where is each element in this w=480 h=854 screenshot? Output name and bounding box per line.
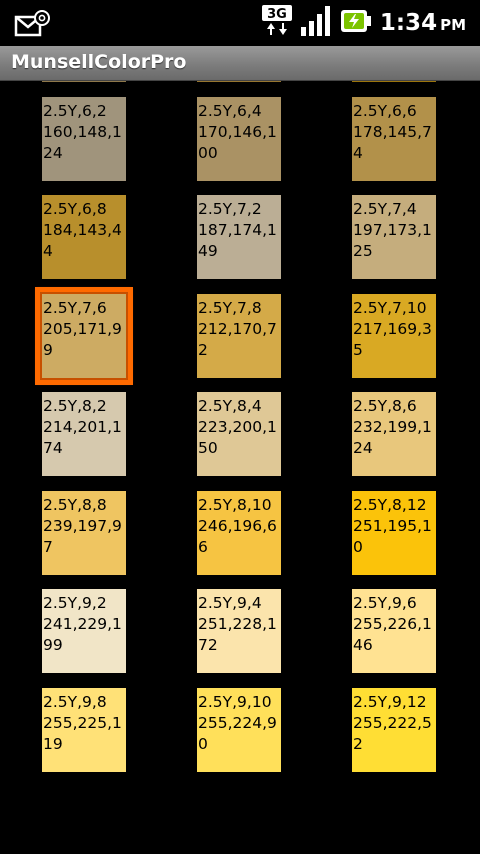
swatch-munsell-label: 2.5Y,7,4 (353, 200, 417, 218)
swatch-munsell-label: 2.5Y,6,4 (198, 101, 262, 120)
app-title-bar: MunsellColorPro (0, 46, 480, 81)
app-title: MunsellColorPro (11, 51, 187, 73)
swatch-munsell-label: 2.5Y,9,12 (353, 692, 427, 711)
swatch-munsell-label: 2.5Y,7,6 (43, 298, 107, 317)
color-swatch[interactable]: 2.5Y,8,8 239,197,97 (42, 490, 126, 575)
swatch-munsell-label: 2.5Y,8,6 (353, 397, 417, 415)
color-swatch[interactable]: 2.5Y,7,4 197,173,125 (352, 195, 436, 279)
color-swatch[interactable]: 2.5Y,6,8 184,143,44 (42, 195, 126, 279)
swatch-rgb-label: 187,174,149 (198, 221, 277, 260)
status-bar: 3G 1:34 PM (0, 0, 480, 46)
color-swatch[interactable]: 2.5Y,9,12 255,222,52 (352, 687, 436, 772)
swatch-rgb-label: 251,195,10 (353, 516, 432, 556)
status-clock: 1:34 PM (379, 10, 466, 36)
swatch-munsell-label: 2.5Y,6,8 (43, 200, 107, 218)
svg-text:3G: 3G (267, 7, 287, 22)
swatch-rgb-label: 212,170,72 (198, 319, 277, 359)
color-swatch[interactable]: 2.5Y,7,2 187,174,149 (197, 195, 281, 279)
color-swatch[interactable]: 2.5Y,8,10 246,196,66 (197, 490, 281, 575)
swatch-munsell-label: 2.5Y,9,8 (43, 692, 107, 711)
swatch-rgb-label: 223,200,150 (198, 418, 277, 457)
color-swatch[interactable]: 2.5Y,6,6 178,145,74 (352, 96, 436, 181)
swatch-munsell-label: 2.5Y,6,2 (43, 101, 107, 120)
swatch-rgb-label: 246,196,66 (198, 516, 277, 556)
swatch-munsell-label: 2.5Y,8,8 (43, 495, 107, 514)
swatch-rgb-label: 232,199,124 (353, 418, 432, 457)
swatch-munsell-label: 2.5Y,9,2 (43, 594, 107, 612)
swatch-rgb-label: 251,228,172 (198, 615, 277, 654)
swatch-munsell-label: 2.5Y,7,8 (198, 298, 262, 317)
swatch-rgb-label: 241,229,199 (43, 615, 122, 654)
swatch-rgb-label: 214,201,174 (43, 418, 122, 457)
color-swatch[interactable]: 2.5Y,8,2 214,201,174 (42, 392, 126, 476)
swatch-rgb-label: 255,224,90 (198, 713, 277, 753)
color-swatch[interactable]: 2.5Y,9,2 241,229,199 (42, 589, 126, 673)
swatch-munsell-label: 2.5Y,9,10 (198, 692, 272, 711)
swatch-rgb-label: 184,143,44 (43, 221, 122, 260)
color-swatch[interactable]: 2.5Y,7,8 212,170,72 (197, 293, 281, 378)
signal-bars-icon (300, 5, 332, 41)
color-swatch[interactable]: 2.5Y,5,12156,117,13 (352, 81, 436, 82)
color-swatch[interactable]: 2.5Y,9,4 251,228,172 (197, 589, 281, 673)
color-swatch[interactable]: 2.5Y,7,6 205,171,99 (35, 286, 133, 385)
color-swatch[interactable]: 2.5Y,6,2 160,148,124 (42, 96, 126, 181)
swatch-rgb-label: 170,146,100 (198, 122, 277, 162)
mail-at-icon (14, 9, 52, 39)
color-swatch[interactable]: 2.5Y,9,6 255,226,146 (352, 589, 436, 673)
swatch-munsell-label: 2.5Y,9,6 (353, 594, 417, 612)
swatch-munsell-label: 2.5Y,7,2 (198, 200, 262, 218)
swatch-munsell-label: 2.5Y,9,4 (198, 594, 262, 612)
color-swatch[interactable]: 2.5Y,9,8 255,225,119 (42, 687, 126, 772)
swatch-rgb-label: 178,145,74 (353, 122, 432, 162)
swatch-munsell-label: 2.5Y,8,2 (43, 397, 107, 415)
color-swatch[interactable]: 2.5Y,7,10 217,169,35 (352, 293, 436, 378)
color-swatch[interactable]: 2.5Y,5,10151,118,48 (197, 81, 281, 82)
swatch-munsell-label: 2.5Y,7,10 (353, 298, 427, 317)
swatch-rgb-label: 255,222,52 (353, 713, 432, 753)
swatch-rgb-label: 217,169,35 (353, 319, 432, 359)
swatch-munsell-label: 2.5Y,6,6 (353, 101, 417, 120)
color-grid-scroll[interactable]: 2.5Y,5,8143,120,75 2.5Y,5,10151,118,48 2.5… (0, 81, 480, 854)
swatch-munsell-label: 2.5Y,8,10 (198, 495, 272, 514)
swatch-rgb-label: 205,171,99 (43, 319, 122, 359)
color-swatch[interactable]: 2.5Y,6,4 170,146,100 (197, 96, 281, 181)
swatch-munsell-label: 2.5Y,8,4 (198, 397, 262, 415)
3g-data-icon: 3G (261, 5, 292, 41)
swatch-munsell-label: 2.5Y,8,12 (353, 495, 427, 514)
swatch-rgb-label: 255,226,146 (353, 615, 432, 654)
color-swatch[interactable]: 2.5Y,8,12 251,195,10 (352, 490, 436, 575)
battery-charging-icon (340, 5, 372, 41)
swatch-rgb-label: 255,225,119 (43, 713, 122, 753)
color-swatch[interactable]: 2.5Y,9,10 255,224,90 (197, 687, 281, 772)
color-swatch[interactable]: 2.5Y,5,8143,120,75 (42, 81, 126, 82)
swatch-rgb-label: 160,148,124 (43, 122, 122, 162)
swatch-rgb-label: 239,197,97 (43, 516, 122, 556)
color-swatch[interactable]: 2.5Y,8,4 223,200,150 (197, 392, 281, 476)
swatch-rgb-label: 197,173,125 (353, 221, 432, 260)
color-swatch[interactable]: 2.5Y,8,6 232,199,124 (352, 392, 436, 476)
